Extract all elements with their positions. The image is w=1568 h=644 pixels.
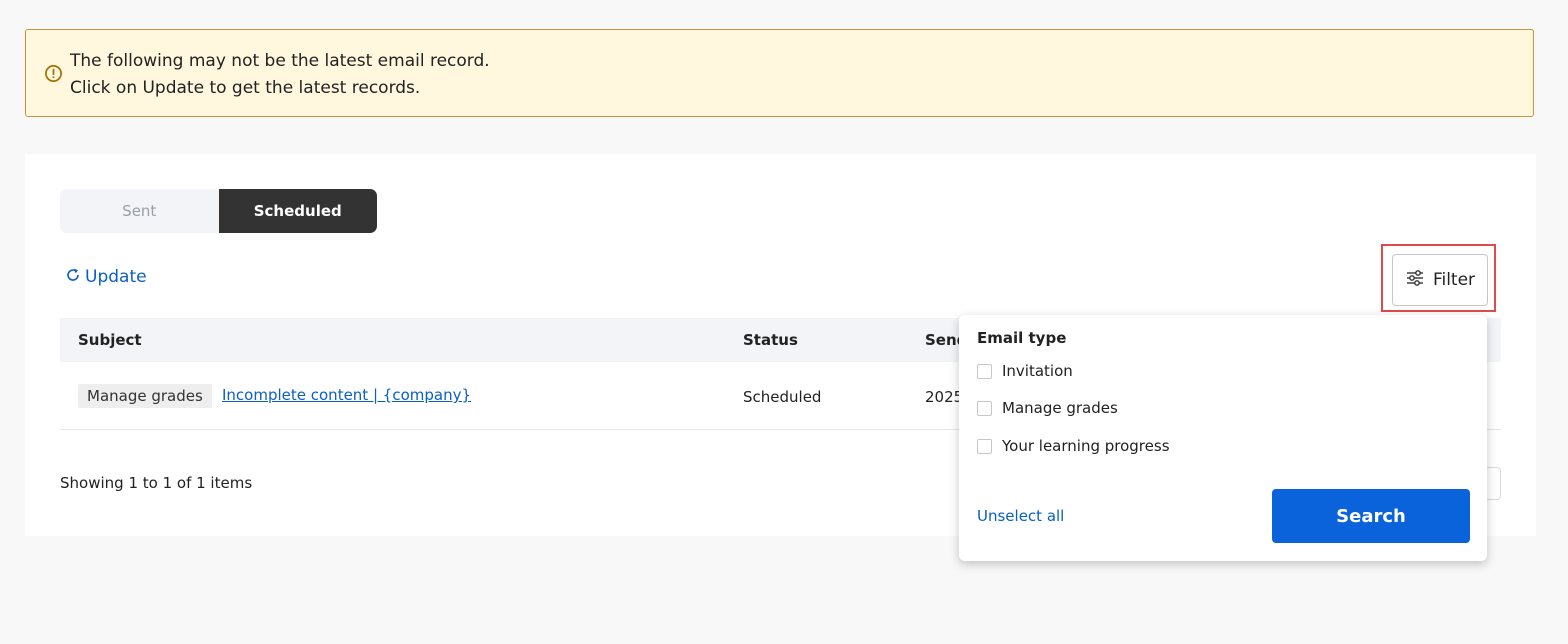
column-status[interactable]: Status <box>743 331 798 349</box>
checkbox[interactable] <box>977 400 992 416</box>
view-toggle: Sent Scheduled <box>60 189 377 233</box>
filter-option-learning-progress[interactable]: Your learning progress <box>977 437 1170 455</box>
filter-label: Filter <box>1432 270 1476 290</box>
filter-dropdown: Email type Invitation Manage grades Your… <box>959 315 1487 561</box>
unselect-all-link[interactable]: Unselect all <box>977 507 1064 525</box>
pagination-control[interactable] <box>1485 467 1501 500</box>
checkbox[interactable] <box>977 363 992 379</box>
warning-icon <box>44 64 63 83</box>
filter-option-manage-grades[interactable]: Manage grades <box>977 399 1118 417</box>
checkbox[interactable] <box>977 438 992 454</box>
email-type-tag: Manage grades <box>78 384 212 408</box>
filter-option-invitation[interactable]: Invitation <box>977 362 1073 380</box>
alert-line-2: Click on Update to get the latest record… <box>70 78 421 98</box>
search-button[interactable]: Search <box>1272 489 1470 543</box>
refresh-icon <box>65 267 81 288</box>
update-button[interactable]: Update <box>65 265 147 289</box>
column-subject[interactable]: Subject <box>78 331 142 349</box>
filter-option-label: Manage grades <box>1002 399 1118 417</box>
sliders-icon <box>1405 268 1425 293</box>
tab-scheduled[interactable]: Scheduled <box>218 189 377 233</box>
info-alert: The following may not be the latest emai… <box>25 29 1534 117</box>
status-cell: Scheduled <box>743 388 822 406</box>
send-date-cell: 2025 <box>925 388 959 406</box>
filter-section-title: Email type <box>977 329 1067 347</box>
filter-option-label: Your learning progress <box>1002 437 1170 455</box>
pagination-summary: Showing 1 to 1 of 1 items <box>60 474 253 492</box>
alert-line-1: The following may not be the latest emai… <box>70 51 490 71</box>
tab-sent[interactable]: Sent <box>60 189 219 233</box>
update-label: Update <box>85 267 147 287</box>
filter-option-label: Invitation <box>1002 362 1073 380</box>
filter-button[interactable]: Filter <box>1392 254 1488 306</box>
subject-link[interactable]: Incomplete content | {company} <box>222 386 471 404</box>
